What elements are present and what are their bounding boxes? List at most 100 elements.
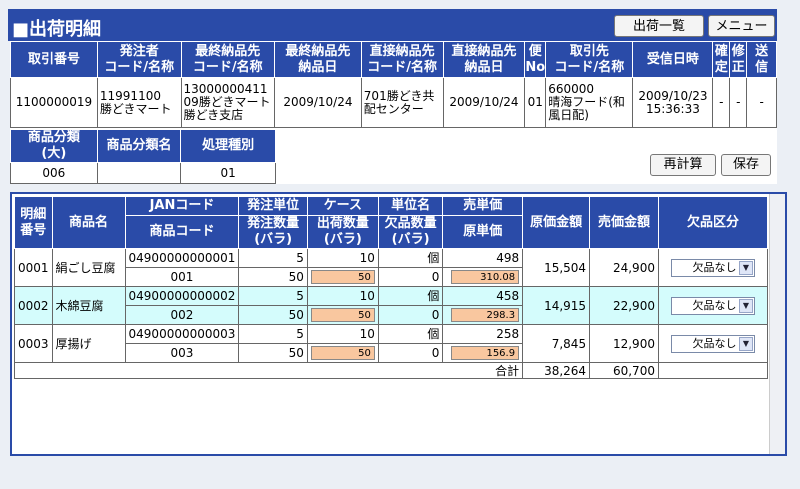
category-name xyxy=(96,162,182,184)
col-direct-dest: 直接納品先 コード/名称 xyxy=(360,41,444,78)
col-product-name: 商品名 xyxy=(51,196,126,249)
modified-flag: - xyxy=(729,77,748,128)
shortage-select-cell: 欠品なし ▼ xyxy=(657,248,769,287)
shortage-select[interactable]: 欠品なし ▼ xyxy=(670,258,755,277)
selling-price: 498 xyxy=(442,248,524,268)
cost-price-cell: 310.08 xyxy=(442,267,524,287)
jan-code: 04900000000001 xyxy=(124,248,240,268)
order-row: 1100000019 11991100 勝どきマート 1300000041109勝… xyxy=(10,77,777,128)
line-no: 0001 xyxy=(14,248,53,287)
ship-qty-input[interactable]: 50 xyxy=(310,308,375,323)
col-order-qty: 発注数量 (バラ) xyxy=(238,215,308,249)
cost-price-cell: 156.9 xyxy=(442,343,524,363)
product-name: 木綿豆腐 xyxy=(51,286,126,325)
col-transaction-no: 取引番号 xyxy=(10,41,98,78)
ship-qty-cell: 50 xyxy=(306,305,379,325)
order-qty: 50 xyxy=(238,267,308,287)
cost-price-input[interactable]: 298.3 xyxy=(451,308,520,323)
process-type: 01 xyxy=(180,162,276,184)
shipment-list-button[interactable]: 出荷一覧 xyxy=(614,15,704,37)
cost-amount: 14,915 xyxy=(522,286,591,325)
product-code: 002 xyxy=(124,305,240,325)
table-row: 0002 木綿豆腐 04900000000002 5 10 個 458 14,9… xyxy=(14,286,769,325)
sent-flag: - xyxy=(746,77,777,128)
cost-amount: 15,504 xyxy=(522,248,591,287)
ship-qty-input[interactable]: 50 xyxy=(310,346,375,361)
col-line-no: 明細 番号 xyxy=(14,196,53,249)
page-title: ■出荷明細 xyxy=(12,19,102,40)
total-blank xyxy=(657,362,769,379)
orderer: 11991100 勝どきマート xyxy=(96,77,182,128)
col-product-code: 商品コード xyxy=(124,215,240,249)
product-name: 厚揚げ xyxy=(51,324,126,363)
detail-panel: 明細 番号 商品名 JANコード 発注単位 ケース 単位名 売単価 原価金額 売価… xyxy=(10,192,787,456)
title-bar: ■出荷明細 出荷一覧 メニュー xyxy=(8,9,777,41)
shortage-select[interactable]: 欠品なし ▼ xyxy=(670,334,755,353)
menu-button[interactable]: メニュー xyxy=(708,15,775,37)
transaction-no: 1100000019 xyxy=(10,77,98,128)
short-qty: 0 xyxy=(377,305,444,325)
case-qty: 10 xyxy=(306,248,379,268)
chevron-down-icon: ▼ xyxy=(738,260,753,275)
save-button[interactable]: 保存 xyxy=(721,154,771,176)
col-category-major: 商品分類 (大) xyxy=(10,129,98,163)
order-header-panel: 取引番号 発注者 コード/名称 最終納品先 コード/名称 最終納品先 納品日 直接納品… xyxy=(10,41,777,184)
category-table: 商品分類 (大) 商品分類名 処理種別 006 01 xyxy=(10,129,276,184)
order-unit: 5 xyxy=(238,248,308,268)
sales-amount: 12,900 xyxy=(589,324,659,363)
col-selling-price: 売単価 xyxy=(442,196,524,216)
final-dest: 1300000041109勝どきマート勝どき支店 xyxy=(180,77,276,128)
case-qty: 10 xyxy=(306,286,379,306)
detail-table: 明細 番号 商品名 JANコード 発注単位 ケース 単位名 売単価 原価金額 売価… xyxy=(13,196,769,379)
total-sales-amount: 60,700 xyxy=(589,362,659,379)
cost-price-input[interactable]: 156.9 xyxy=(451,346,520,361)
recalc-button[interactable]: 再計算 xyxy=(650,154,716,176)
supplier: 660000 晴海フード(和風日配) xyxy=(545,77,634,128)
col-supplier: 取引先 コード/名称 xyxy=(545,41,634,78)
cost-price-input[interactable]: 310.08 xyxy=(451,270,520,285)
selling-price: 258 xyxy=(442,324,524,344)
col-cost-amount: 原価金額 xyxy=(522,196,591,249)
order-unit: 5 xyxy=(238,324,308,344)
order-qty: 50 xyxy=(238,343,308,363)
short-qty: 0 xyxy=(377,343,444,363)
shortage-select-cell: 欠品なし ▼ xyxy=(657,286,769,325)
table-row: 0001 絹ごし豆腐 04900000000001 5 10 個 498 15,… xyxy=(14,248,769,287)
direct-dest: 701勝どき共配センター xyxy=(360,77,444,128)
total-cost-amount: 38,264 xyxy=(522,362,591,379)
chevron-down-icon: ▼ xyxy=(738,298,753,313)
table-row: 0003 厚揚げ 04900000000003 5 10 個 258 7,845… xyxy=(14,324,769,363)
ship-qty-cell: 50 xyxy=(306,343,379,363)
bin-no: 01 xyxy=(524,77,547,128)
product-code: 001 xyxy=(124,267,240,287)
order-table-header-row: 取引番号 発注者 コード/名称 最終納品先 コード/名称 最終納品先 納品日 直接納品… xyxy=(10,41,777,78)
shortage-select[interactable]: 欠品なし ▼ xyxy=(670,296,755,315)
direct-date: 2009/10/24 xyxy=(442,77,526,128)
shortage-select-cell: 欠品なし ▼ xyxy=(657,324,769,363)
product-code: 003 xyxy=(124,343,240,363)
ship-qty-input[interactable]: 50 xyxy=(310,270,375,285)
chevron-down-icon: ▼ xyxy=(738,336,753,351)
case-qty: 10 xyxy=(306,324,379,344)
received-datetime: 2009/10/23 15:36:33 xyxy=(632,77,714,128)
order-table: 取引番号 発注者 コード/名称 最終納品先 コード/名称 最終納品先 納品日 直接納品… xyxy=(10,41,777,128)
category-major: 006 xyxy=(10,162,98,184)
col-process-type: 処理種別 xyxy=(180,129,276,163)
col-received: 受信日時 xyxy=(632,41,714,78)
jan-code: 04900000000002 xyxy=(124,286,240,306)
col-sent: 送信 xyxy=(746,41,777,78)
col-unit-name: 単位名 xyxy=(377,196,444,216)
cost-price-cell: 298.3 xyxy=(442,305,524,325)
line-no: 0003 xyxy=(14,324,53,363)
col-case: ケース xyxy=(306,196,379,216)
col-bin-no: 便 No xyxy=(524,41,547,78)
vertical-scrollbar[interactable] xyxy=(769,194,785,454)
order-qty: 50 xyxy=(238,305,308,325)
col-modified: 修正 xyxy=(729,41,748,78)
col-category-name: 商品分類名 xyxy=(96,129,182,163)
col-confirmed: 確定 xyxy=(712,41,731,78)
final-date: 2009/10/24 xyxy=(274,77,362,128)
unit-name: 個 xyxy=(377,248,444,268)
col-cost-price: 原単価 xyxy=(442,215,524,249)
cost-amount: 7,845 xyxy=(522,324,591,363)
